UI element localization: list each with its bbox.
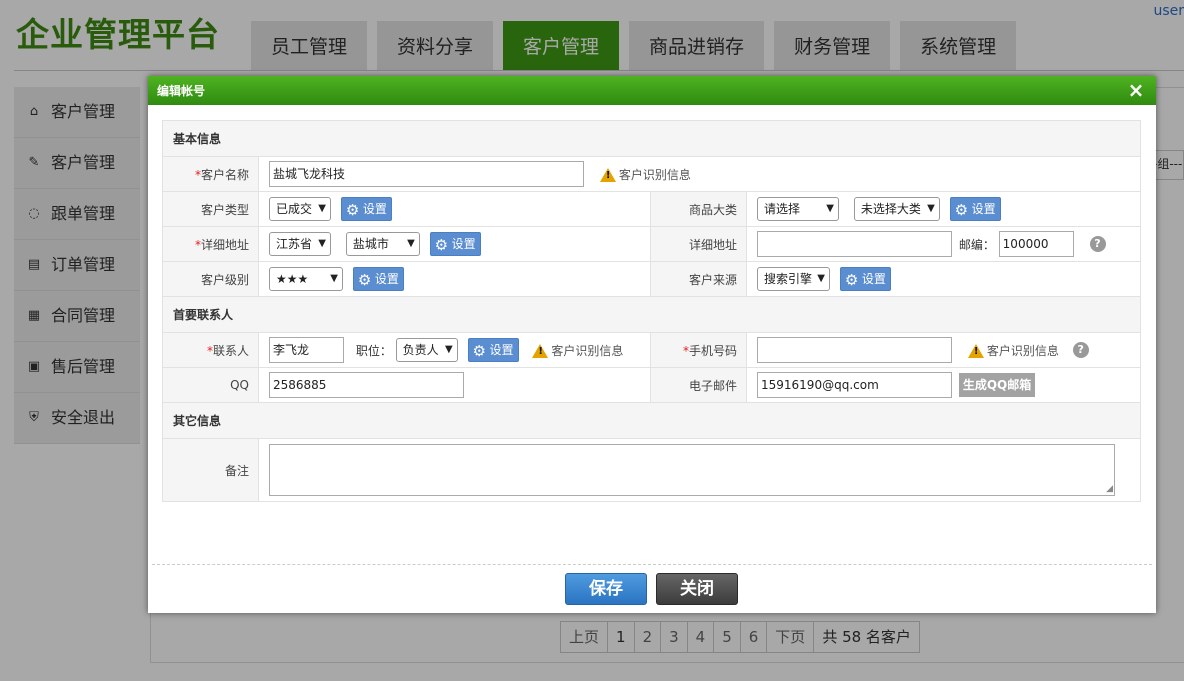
chevron-down-icon: ▼ — [318, 238, 326, 249]
contact-label: *联系人 — [162, 332, 259, 368]
remark-textarea[interactable]: ◢ — [269, 444, 1115, 496]
position-select[interactable]: 负责人 ▼ — [395, 338, 458, 362]
chevron-down-icon: ▼ — [444, 344, 453, 355]
remark-cell: ◢ — [258, 438, 1141, 502]
gear-icon: ⚙ — [345, 200, 360, 219]
province-select[interactable]: 江苏省 ▼ — [269, 232, 331, 256]
mobile-warning: ! 客户识别信息 — [967, 342, 1059, 359]
warning-icon: ! — [599, 168, 616, 182]
customer-level-select[interactable]: ★★★ ▼ — [269, 267, 343, 291]
address-detail-label: 详细地址 — [650, 226, 747, 262]
email-label: 电子邮件 — [650, 367, 747, 403]
customer-source-settings-button[interactable]: ⚙ 设置 — [839, 267, 891, 291]
customer-source-select[interactable]: 搜索引擎 ▼ — [757, 267, 830, 291]
gear-icon: ⚙ — [434, 235, 449, 254]
section-primary-contact: 首要联系人 — [162, 296, 1141, 333]
help-icon[interactable]: ? — [1089, 236, 1106, 252]
postcode-label: 邮编： — [958, 237, 995, 252]
customer-name-input[interactable]: 盐城飞龙科技 — [269, 161, 584, 187]
customer-name-label: *客户名称 — [162, 156, 259, 192]
help-icon[interactable]: ? — [1072, 342, 1089, 358]
section-basic-info: 基本信息 — [162, 120, 1141, 157]
gear-icon: ⚙ — [357, 270, 372, 289]
warning-icon: ! — [967, 344, 984, 358]
product-category-cell: 请选择 ▼ 未选择大类 ▼ ⚙ 设置 — [746, 191, 1141, 227]
mobile-label: *手机号码 — [650, 332, 747, 368]
chevron-down-icon: ▼ — [407, 238, 415, 249]
warning-icon: ! — [532, 344, 549, 358]
dialog-header: 编辑帐号 × — [148, 76, 1156, 105]
customer-level-label: 客户级别 — [162, 261, 259, 297]
customer-type-settings-button[interactable]: ⚙ 设置 — [340, 197, 392, 221]
customer-name-cell: 盐城飞龙科技 ! 客户识别信息 — [258, 156, 1141, 192]
customer-level-cell: ★★★ ▼ ⚙ 设置 — [258, 261, 651, 297]
chevron-down-icon: ▼ — [927, 203, 935, 214]
edit-account-dialog: 编辑帐号 × 基本信息 *客户名称 盐城飞龙科技 ! 客户识别信息 客户类型 已成… — [148, 76, 1156, 613]
customer-source-cell: 搜索引擎 ▼ ⚙ 设置 — [746, 261, 1141, 297]
chevron-down-icon: ▼ — [330, 273, 338, 284]
product-category-select[interactable]: 请选择 ▼ — [757, 197, 839, 221]
save-button[interactable]: 保存 — [565, 573, 647, 605]
chevron-down-icon: ▼ — [318, 203, 326, 214]
product-subcategory-select[interactable]: 未选择大类 ▼ — [853, 197, 940, 221]
product-category-label: 商品大类 — [650, 191, 747, 227]
address-settings-button[interactable]: ⚙ 设置 — [429, 232, 481, 256]
product-category-settings-button[interactable]: ⚙ 设置 — [949, 197, 1001, 221]
address-label: *详细地址 — [162, 226, 259, 262]
qq-input[interactable]: 2586885 — [269, 372, 464, 398]
close-button[interactable]: 关闭 — [656, 573, 738, 605]
email-cell: 15916190@qq.com 生成QQ邮箱 — [746, 367, 1141, 403]
resize-grip-icon[interactable]: ◢ — [1106, 485, 1113, 494]
gear-icon: ⚙ — [472, 341, 486, 360]
mobile-cell: ! 客户识别信息 ? — [746, 332, 1141, 368]
position-settings-button[interactable]: ⚙ 设置 — [467, 338, 519, 362]
address-detail-cell: 邮编： 100000 ? — [746, 226, 1141, 262]
city-select[interactable]: 盐城市 ▼ — [345, 232, 420, 256]
customer-form: 基本信息 *客户名称 盐城飞龙科技 ! 客户识别信息 客户类型 已成交 ▼ ⚙ 设置 … — [162, 120, 1141, 502]
close-icon[interactable]: × — [1126, 79, 1146, 101]
qq-cell: 2586885 — [258, 367, 651, 403]
customer-type-select[interactable]: 已成交 ▼ — [269, 197, 331, 221]
address-region-cell: 江苏省 ▼ 盐城市 ▼ ⚙ 设置 — [258, 226, 651, 262]
customer-name-warning: ! 客户识别信息 — [599, 166, 691, 183]
contact-input[interactable]: 李飞龙 — [269, 337, 344, 363]
postcode-input[interactable]: 100000 — [998, 231, 1074, 257]
customer-type-label: 客户类型 — [162, 191, 259, 227]
section-other-info: 其它信息 — [162, 402, 1141, 439]
dialog-title: 编辑帐号 — [157, 84, 206, 98]
generate-qq-email-button[interactable]: 生成QQ邮箱 — [958, 373, 1036, 397]
customer-source-label: 客户来源 — [650, 261, 747, 297]
mobile-input[interactable] — [757, 337, 952, 363]
dialog-buttons: 保存 关闭 — [565, 573, 738, 605]
chevron-down-icon: ▼ — [817, 273, 825, 284]
position-label: 职位： — [355, 343, 392, 358]
customer-level-settings-button[interactable]: ⚙ 设置 — [352, 267, 404, 291]
qq-label: QQ — [162, 367, 259, 403]
dialog-footer-divider — [152, 564, 1152, 565]
contact-cell: 李飞龙 职位： 负责人 ▼ ⚙ 设置 ! 客户识别信息 — [258, 332, 651, 368]
address-detail-input[interactable] — [757, 231, 952, 257]
contact-warning: ! 客户识别信息 — [532, 342, 623, 359]
gear-icon: ⚙ — [844, 270, 859, 289]
remark-label: 备注 — [162, 438, 259, 502]
email-input[interactable]: 15916190@qq.com — [757, 372, 952, 398]
customer-type-cell: 已成交 ▼ ⚙ 设置 — [258, 191, 651, 227]
gear-icon: ⚙ — [954, 200, 969, 219]
chevron-down-icon: ▼ — [826, 203, 834, 214]
